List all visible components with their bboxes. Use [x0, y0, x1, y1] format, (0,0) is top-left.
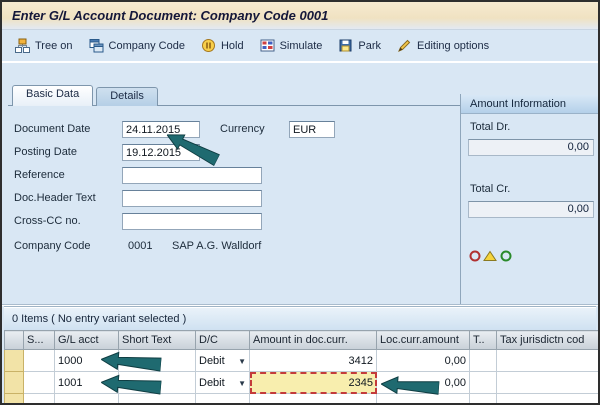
cross-cc-label: Cross-CC no.: [14, 215, 81, 227]
simulate-button[interactable]: Simulate: [252, 34, 331, 57]
row-3-status-cell[interactable]: [24, 394, 55, 405]
row-3-tax-cell[interactable]: [497, 394, 600, 405]
col-amount-doc-curr[interactable]: Amount in doc.curr.: [250, 331, 377, 350]
tab-strip: Basic Data Details: [12, 85, 161, 106]
sap-window: Enter G/L Account Document: Company Code…: [0, 0, 600, 405]
annotation-arrow-amount-2345: [380, 374, 439, 398]
company-name-text: SAP A.G. Walldorf: [172, 240, 261, 252]
yellow-triangle-icon: [484, 252, 496, 261]
editing-options-button[interactable]: Editing options: [389, 34, 497, 57]
amount-information-header: Amount Information: [461, 95, 600, 114]
total-dr-label: Total Dr.: [470, 121, 510, 133]
company-code-icon: [89, 38, 104, 53]
application-toolbar: Tree on Company Code Hold Simulate Park: [2, 30, 598, 63]
company-code-label: Company Code: [109, 40, 185, 52]
cross-cc-field[interactable]: [122, 213, 262, 230]
dropdown-icon[interactable]: ▼: [238, 357, 246, 366]
dropdown-icon[interactable]: ▼: [238, 379, 246, 388]
row-1-dc-select[interactable]: ▼ Debit: [196, 350, 250, 372]
row-2-amount-cell[interactable]: 2345: [250, 372, 377, 394]
row-1-amount-cell[interactable]: 3412: [250, 350, 377, 372]
row-3-selector-cell[interactable]: [5, 394, 24, 405]
tree-on-label: Tree on: [35, 40, 73, 52]
total-cr-label: Total Cr.: [470, 183, 510, 195]
tab-basic-data-label: Basic Data: [26, 88, 79, 100]
company-code-button[interactable]: Company Code: [81, 34, 193, 57]
pencil-icon: [397, 38, 412, 53]
company-code-value: 0001: [128, 240, 152, 252]
status-lights: [468, 249, 514, 263]
currency-label: Currency: [220, 123, 265, 135]
simulate-icon: [260, 38, 275, 53]
row-3-gl-acct-cell[interactable]: [55, 394, 119, 405]
col-dc[interactable]: D/C: [196, 331, 250, 350]
currency-field[interactable]: [289, 121, 335, 138]
col-gl-acct[interactable]: G/L acct: [55, 331, 119, 350]
items-table: S... G/L acct Short Text D/C Amount in d…: [4, 330, 600, 405]
items-header-row: S... G/L acct Short Text D/C Amount in d…: [5, 331, 600, 350]
title-bar: Enter G/L Account Document: Company Code…: [2, 2, 598, 30]
col-short-text[interactable]: Short Text: [119, 331, 196, 350]
total-dr-field: 0,00: [468, 139, 594, 156]
row-1-selector-cell[interactable]: [5, 350, 24, 372]
row-2-dc-select[interactable]: ▼ Debit: [196, 372, 250, 394]
item-row-3: [5, 394, 600, 405]
hold-label: Hold: [221, 40, 244, 52]
row-2-selector-cell[interactable]: [5, 372, 24, 394]
simulate-label: Simulate: [280, 40, 323, 52]
col-status[interactable]: S...: [24, 331, 55, 350]
row-3-amount-cell[interactable]: [250, 394, 377, 405]
tab-details[interactable]: Details: [96, 87, 158, 106]
items-summary-text: 0 Items ( No entry variant selected ): [12, 313, 186, 325]
row-2-status-cell[interactable]: [24, 372, 55, 394]
row-1-t-cell[interactable]: [470, 350, 497, 372]
page-title: Enter G/L Account Document: Company Code…: [12, 8, 328, 23]
row-1-status-cell[interactable]: [24, 350, 55, 372]
reference-label: Reference: [14, 169, 65, 181]
items-summary-bar: 0 Items ( No entry variant selected ): [4, 306, 596, 330]
tree-icon: [15, 38, 30, 53]
hold-icon: [201, 38, 216, 53]
item-row-1: 1000 ▼ Debit 3412 0,00: [5, 350, 600, 372]
col-loc-curr-amount[interactable]: Loc.curr.amount: [377, 331, 470, 350]
company-code-form-label: Company Code: [14, 240, 90, 252]
col-tax-jurisdiction[interactable]: Tax jurisdictn cod: [497, 331, 600, 350]
col-t[interactable]: T..: [470, 331, 497, 350]
row-2-t-cell[interactable]: [470, 372, 497, 394]
reference-field[interactable]: [122, 167, 262, 184]
total-cr-field: 0,00: [468, 201, 594, 218]
panel-divider: [460, 94, 461, 306]
col-selector[interactable]: [5, 331, 24, 350]
tree-on-button[interactable]: Tree on: [7, 34, 81, 57]
row-2-tax-cell[interactable]: [497, 372, 600, 394]
tab-basic-data[interactable]: Basic Data: [12, 85, 93, 106]
row-1-tax-cell[interactable]: [497, 350, 600, 372]
item-row-2: 1001 ▼ Debit 2345 0,00: [5, 372, 600, 394]
posting-date-label: Posting Date: [14, 146, 77, 158]
park-label: Park: [358, 40, 381, 52]
row-2-dc-value: Debit: [199, 377, 225, 389]
tab-details-label: Details: [110, 90, 144, 102]
park-button[interactable]: Park: [330, 34, 389, 57]
editing-options-label: Editing options: [417, 40, 489, 52]
park-icon: [338, 38, 353, 53]
row-3-t-cell[interactable]: [470, 394, 497, 405]
row-1-dc-value: Debit: [199, 355, 225, 367]
row-3-dc-cell[interactable]: [196, 394, 250, 405]
doc-header-text-label: Doc.Header Text: [14, 192, 96, 204]
doc-header-text-field[interactable]: [122, 190, 262, 207]
row-1-loc-amount-cell[interactable]: 0,00: [377, 350, 470, 372]
green-circle-icon: [502, 252, 511, 261]
hold-button[interactable]: Hold: [193, 34, 252, 57]
document-date-label: Document Date: [14, 123, 90, 135]
red-circle-icon: [471, 252, 480, 261]
